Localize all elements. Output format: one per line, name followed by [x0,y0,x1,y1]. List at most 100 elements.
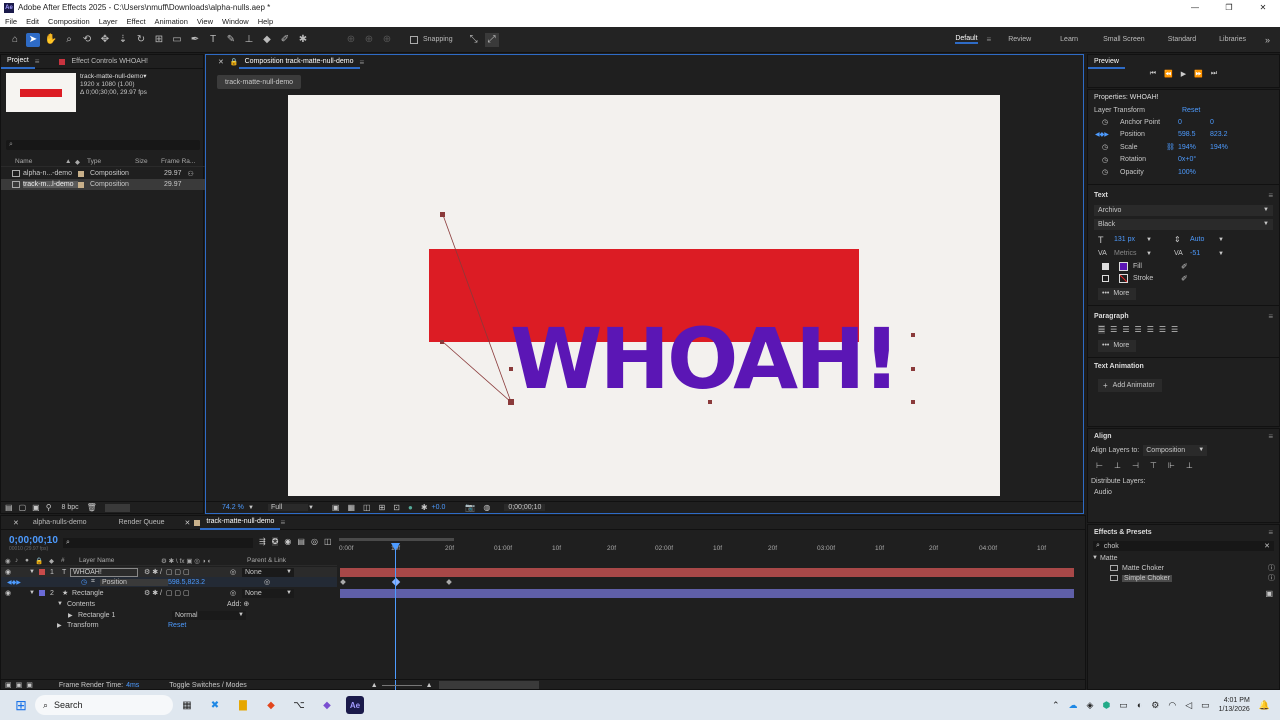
resolution-select[interactable]: Full [267,504,308,511]
menu-layer[interactable]: Layer [99,17,118,26]
start-icon[interactable]: ⊞ [12,696,30,714]
pan-behind-tool-icon[interactable]: ⊞ [152,33,166,47]
justify-all-icon[interactable]: ☰ [1171,325,1178,334]
menu-help[interactable]: Help [258,17,273,26]
file-explorer-icon[interactable]: ▇ [234,696,252,714]
keyframe[interactable] [340,579,346,585]
workspace-standard[interactable]: Standard [1168,36,1196,43]
expression-pickwhip-icon[interactable]: ◎ [264,578,270,586]
tray-app-icon[interactable]: ◐ [1137,700,1142,710]
paragraph-menu-icon[interactable]: ≡ [1268,312,1273,321]
workspace-review[interactable]: Review [1008,36,1031,43]
workspace-learn[interactable]: Learn [1060,36,1078,43]
table-row[interactable]: ▶ Rectangle 1 Normal ▼ [1,610,337,620]
col-parent[interactable]: Parent & Link [247,557,286,564]
task-view-icon[interactable]: ▦ [178,696,196,714]
menu-edit[interactable]: Edit [26,17,39,26]
rectangle-tool-icon[interactable]: ▭ [170,33,184,47]
effects-search-input[interactable]: ⌕ chok ✕ [1093,541,1274,551]
menu-composition[interactable]: Composition [48,17,90,26]
parent-select[interactable]: None ▼ [242,567,294,577]
audio-tab[interactable]: Audio [1088,487,1279,498]
chevron-down-icon[interactable]: ▼ [1218,237,1224,243]
layer-name[interactable]: Rectangle [70,590,138,597]
timeline-search-input[interactable]: ⌕ [63,538,253,548]
col-name[interactable]: Name [15,158,65,165]
puppet-tool-icon[interactable]: ✱ [296,33,310,47]
show-snapshot-icon[interactable]: ◍ [483,503,490,512]
dolly-tool-icon[interactable]: ⇣ [116,33,130,47]
prev-frame-icon[interactable]: ⏪ [1164,70,1173,78]
list-item[interactable]: track-m...l-demo Composition 29.97 [1,179,205,190]
exposure-value[interactable]: +0.0 [432,504,446,511]
bounding-handle[interactable] [911,333,915,337]
taskbar-search[interactable]: ⌕ Search [35,695,173,715]
pen-tool-icon[interactable]: ✒ [188,33,202,47]
twirl-closed-icon[interactable]: ▶ [57,622,67,629]
layer-switches-toggle-icon[interactable]: ▣ [5,681,12,689]
time-ruler[interactable]: 0:00f 10f 20f 01:00f 10f 20f 02:00f 10f … [339,536,1074,552]
minimize-button[interactable]: — [1178,3,1212,12]
path-vertex[interactable] [440,212,445,217]
text-menu-icon[interactable]: ≡ [1268,191,1273,200]
stopwatch-icon[interactable]: ◷ [1102,143,1120,151]
bounding-handle[interactable] [911,400,915,404]
timeline-lock-icon[interactable]: ✕ [13,519,19,527]
chevron-down-icon[interactable]: ▼ [1218,251,1224,257]
current-time-display[interactable]: 0;00;00;10 [504,504,546,511]
shy-layers-icon[interactable]: ◉ [284,537,291,546]
label-swatch[interactable] [39,590,45,596]
obsidian-icon[interactable]: ◆ [318,696,336,714]
tab-preview[interactable]: Preview [1088,55,1125,69]
close-tab-icon[interactable]: ✕ [218,58,224,66]
battery-icon[interactable]: ▭ [1201,700,1210,711]
selection-tool-icon[interactable]: ➤ [26,32,40,47]
axis-world-icon[interactable]: ⊕ [362,33,376,47]
reset-transform-button[interactable]: Reset [1182,107,1200,114]
after-effects-taskbar-icon[interactable]: Ae [346,696,364,714]
stopwatch-icon[interactable]: ◷ [1102,118,1120,126]
transparency-grid-icon[interactable]: ▦ [347,503,355,512]
parent-select[interactable]: None ▼ [242,588,294,598]
zoom-in-icon[interactable]: ▲ [426,682,433,689]
layer-switches[interactable]: ⚙ ✱ / ▢ ▢ ▢ [144,568,230,576]
bpc-label[interactable]: 8 bpc [62,504,79,511]
rotate-tool-icon[interactable]: ↻ [134,33,148,47]
new-folder-icon[interactable]: ▢ [19,503,27,512]
wifi-icon[interactable]: ◠ [1168,700,1176,711]
tray-app-icon[interactable]: ◈ [1087,700,1094,711]
pickwhip-icon[interactable]: ◎ [230,589,242,597]
info-icon[interactable]: ⓘ [1268,573,1275,583]
flowchart-icon[interactable]: ⚇ [188,170,194,178]
align-vertical-centers-icon[interactable]: ⊩ [1168,461,1175,470]
close-tab-icon[interactable]: ✕ [185,519,191,527]
chevron-down-icon[interactable]: ▼ [1146,237,1174,243]
comp-menu-icon[interactable]: ≡ [360,58,365,67]
col-type[interactable]: Type [87,158,135,165]
tray-overflow-icon[interactable]: ⌃ [1052,700,1060,711]
pan-tool-icon[interactable]: ✥ [98,33,112,47]
stroke-swatch[interactable] [1119,274,1128,283]
table-row[interactable]: ◉ ▼ 2 ★ Rectangle ⚙ ✱ / ▢ ▢ ▢ ◎ None ▼ [1,588,337,598]
maximize-button[interactable]: ❐ [1212,3,1246,12]
snapshot-icon[interactable]: 📷 [465,503,475,512]
zoom-dropdown-icon[interactable]: ▼ [248,505,254,511]
tab-alpha-nulls-demo[interactable]: alpha-nulls-demo [27,516,93,530]
stopwatch-icon[interactable]: ◷ [1102,156,1120,164]
workspace-small-screen[interactable]: Small Screen [1103,36,1145,43]
delete-icon[interactable]: 🗑 [87,503,97,512]
list-item[interactable]: Matte Choker ⓘ [1088,563,1279,573]
tray-app-icon[interactable]: ⬢ [1102,700,1110,711]
font-style-select[interactable]: Black ▼ [1094,218,1273,230]
axis-view-icon[interactable]: ⊕ [380,33,394,47]
twirl-closed-icon[interactable]: ▶ [68,612,78,619]
tab-track-matte-null-demo[interactable]: track-matte-null-demo [200,516,281,530]
col-size[interactable]: Size [135,158,161,165]
thumbnail-slider[interactable] [104,503,130,512]
frame-blending-icon[interactable]: ▤ [297,537,305,546]
timeline-timecode[interactable]: 0;00;00;10 [9,535,58,546]
path-vertex[interactable] [508,399,514,405]
new-comp-icon[interactable]: ▣ [32,503,40,512]
timeline-menu-icon[interactable]: ≡ [280,518,285,527]
timeline-navigator[interactable] [438,681,539,689]
